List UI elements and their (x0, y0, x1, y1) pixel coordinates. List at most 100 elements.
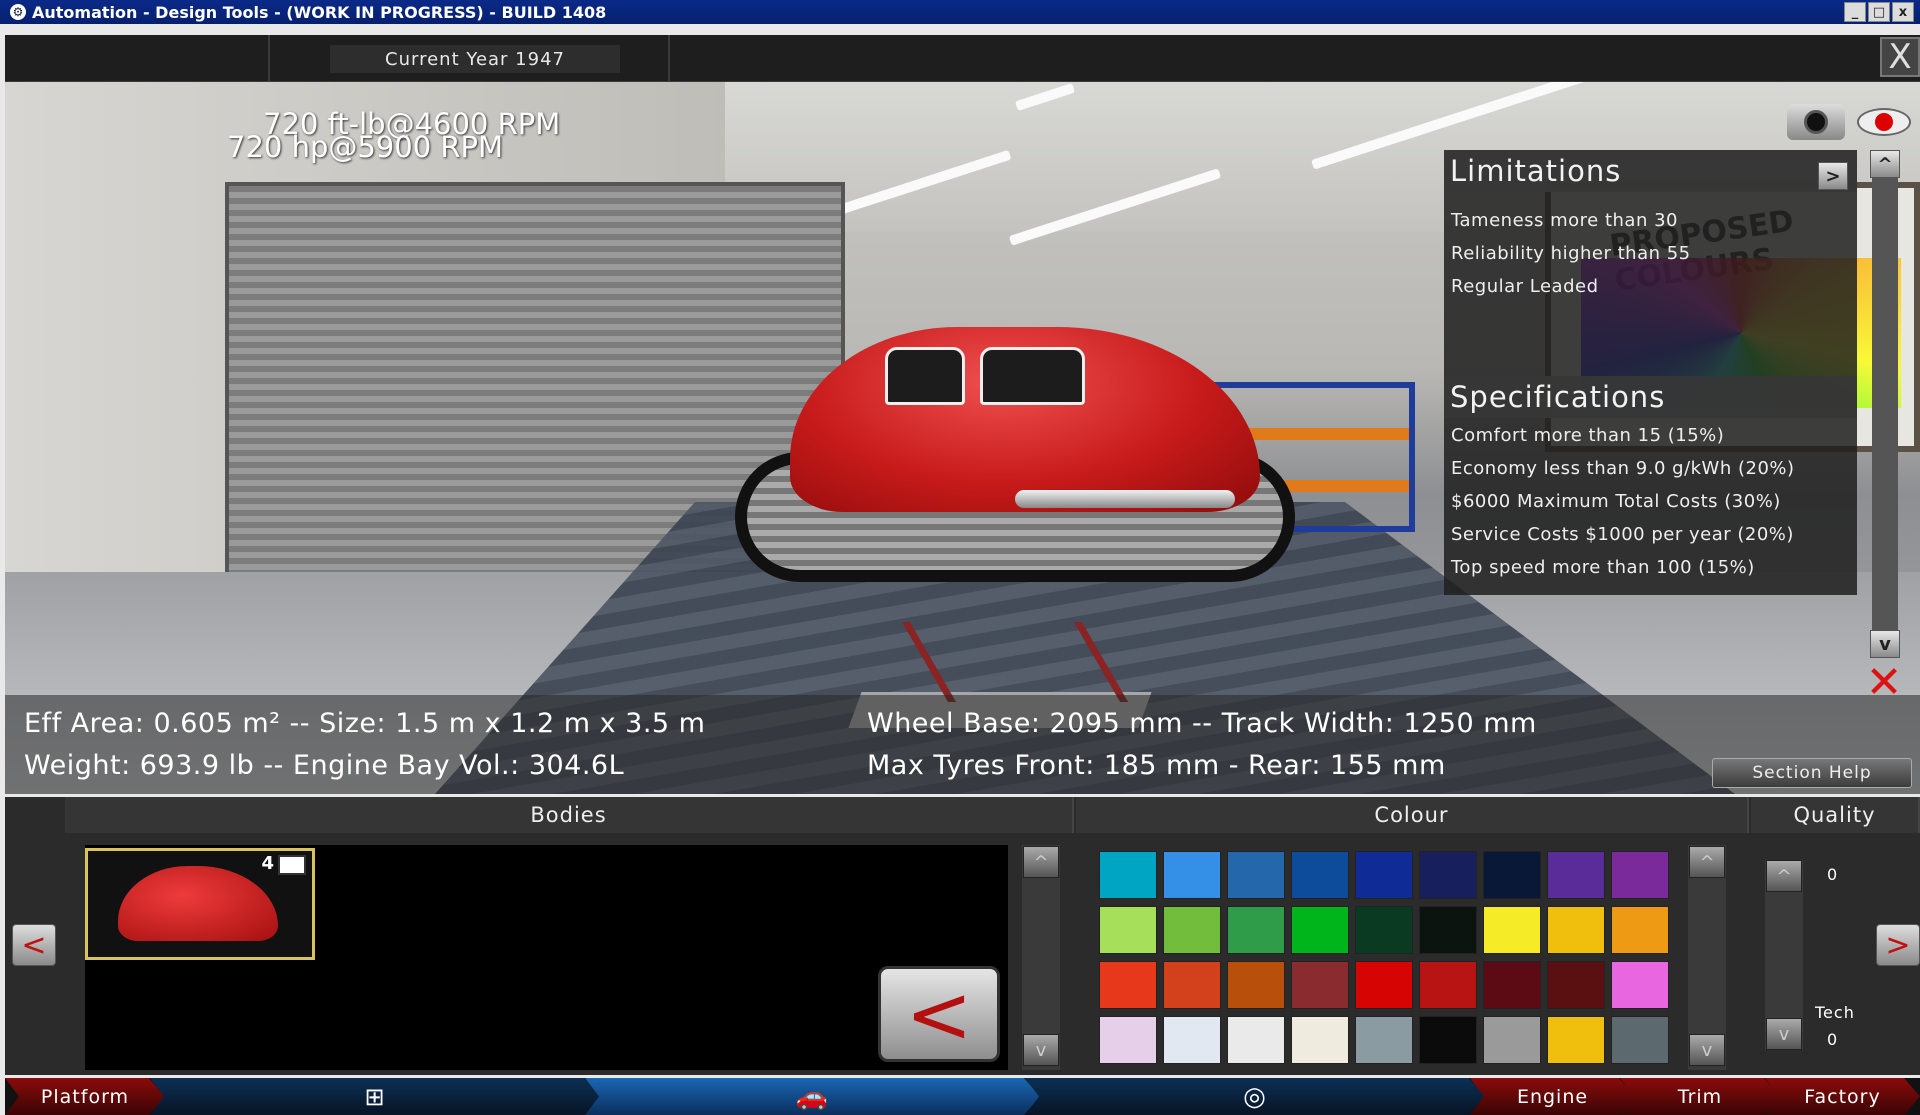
colour-swatch[interactable] (1099, 1016, 1157, 1064)
colour-swatch[interactable] (1099, 906, 1157, 954)
colour-swatch[interactable] (1547, 1016, 1605, 1064)
power-readout: 720 hp@5900 RPM (227, 130, 504, 164)
quality-value: 0 (1827, 865, 1838, 884)
colour-swatch[interactable] (1483, 1016, 1541, 1064)
eff-area-info: Eff Area: 0.605 m² -- Size: 1.5 m x 1.2 … (24, 708, 706, 739)
nav-body[interactable]: 🚗 (585, 1078, 1040, 1115)
colour-swatch[interactable] (1419, 961, 1477, 1009)
colour-scroll-up-button[interactable]: ^ (1689, 846, 1725, 878)
nav-factory[interactable]: Factory (1765, 1078, 1920, 1115)
top-divider (268, 35, 270, 82)
eye-pupil (1875, 113, 1893, 131)
current-year: Current Year 1947 (330, 45, 620, 73)
window-title-bar: ⚙ Automation - Design Tools - (WORK IN P… (0, 0, 1920, 24)
limitation-item: Reliability higher than 55 (1451, 243, 1691, 264)
car-model[interactable] (735, 242, 1295, 728)
bodies-scroll-up-button[interactable]: ^ (1023, 846, 1059, 878)
specification-item: Comfort more than 15 (15%) (1451, 425, 1725, 446)
quality-next-button[interactable]: > (1876, 924, 1920, 966)
quality-header: Quality (1751, 797, 1920, 833)
colour-swatch[interactable] (1227, 851, 1285, 899)
door-icon (278, 855, 306, 875)
colour-swatch[interactable] (1355, 961, 1413, 1009)
colour-swatch[interactable] (1547, 961, 1605, 1009)
colour-swatch[interactable] (1611, 961, 1669, 1009)
colour-swatch[interactable] (1483, 851, 1541, 899)
bodies-scroll-down-button[interactable]: v (1023, 1034, 1059, 1066)
car-bumper (1015, 490, 1235, 508)
colour-swatch[interactable] (1355, 851, 1413, 899)
car-window (885, 347, 965, 405)
specifications-title: Specifications (1444, 376, 1857, 418)
expand-panel-button[interactable]: > (1818, 162, 1848, 190)
limitation-item: Regular Leaded (1451, 276, 1599, 297)
colour-swatch[interactable] (1355, 1016, 1413, 1064)
colour-swatch[interactable] (1099, 961, 1157, 1009)
panel-scrollbar[interactable] (1872, 150, 1898, 640)
top-strip: Current Year 1947 X (5, 35, 1920, 82)
body-preview-car (118, 866, 278, 941)
car-body-icon: 🚗 (795, 1081, 830, 1112)
nav-trim[interactable]: Trim (1620, 1078, 1780, 1115)
colour-swatch[interactable] (1611, 1016, 1669, 1064)
maximize-button[interactable]: □ (1868, 2, 1890, 22)
weight-info: Weight: 693.9 lb -- Engine Bay Vol.: 304… (24, 750, 625, 781)
panel-scroll-down-button[interactable]: v (1870, 630, 1900, 658)
colour-swatch[interactable] (1483, 906, 1541, 954)
colour-swatch[interactable] (1163, 1016, 1221, 1064)
eye-ball (1857, 108, 1911, 136)
tech-label: Tech (1815, 1003, 1855, 1022)
body-thumbnail[interactable]: 4 (85, 848, 315, 960)
tech-value: 0 (1827, 1030, 1838, 1049)
colour-swatch[interactable] (1291, 906, 1349, 954)
colour-swatch[interactable] (1227, 961, 1285, 1009)
colour-swatch[interactable] (1163, 906, 1221, 954)
colour-swatch[interactable] (1099, 851, 1157, 899)
nav-suspension[interactable]: ◎ (1025, 1078, 1485, 1115)
colour-swatch[interactable] (1419, 1016, 1477, 1064)
section-help-button[interactable]: Section Help (1712, 758, 1912, 788)
colour-swatch[interactable] (1419, 851, 1477, 899)
minimize-button[interactable]: _ (1844, 2, 1866, 22)
quality-up-button[interactable]: ^ (1766, 860, 1802, 892)
close-designer-button[interactable]: X (1880, 37, 1920, 77)
window-title: Automation - Design Tools - (WORK IN PRO… (32, 2, 607, 22)
colour-swatch[interactable] (1547, 906, 1605, 954)
specification-item: Service Costs $1000 per year (20%) (1451, 524, 1794, 545)
nav-engine[interactable]: Engine (1470, 1078, 1635, 1115)
camera-icon[interactable] (1787, 104, 1845, 140)
colour-swatch[interactable] (1227, 906, 1285, 954)
quality-down-button[interactable]: v (1766, 1018, 1802, 1050)
limitations-title: Limitations (1444, 150, 1857, 192)
eye-icon[interactable] (1855, 104, 1913, 140)
colour-swatch[interactable] (1291, 961, 1349, 1009)
hide-wheels-icon[interactable]: ✕ (1858, 657, 1910, 708)
panel-scroll-up-button[interactable]: ^ (1870, 150, 1900, 178)
bodies-prev-button[interactable]: < (12, 924, 56, 966)
colour-swatch[interactable] (1163, 961, 1221, 1009)
colour-swatch[interactable] (1547, 851, 1605, 899)
colour-scroll-down-button[interactable]: v (1689, 1034, 1725, 1066)
colour-swatch[interactable] (1163, 851, 1221, 899)
car-window (980, 347, 1085, 405)
chassis-icon: ⊞ (364, 1082, 386, 1111)
nav-chassis[interactable]: ⊞ (150, 1078, 600, 1115)
colour-swatch[interactable] (1227, 1016, 1285, 1064)
nav-platform[interactable]: Platform (5, 1078, 165, 1115)
colour-swatch[interactable] (1419, 906, 1477, 954)
colour-header: Colour (1076, 797, 1749, 833)
door-count: 4 (261, 853, 274, 874)
colour-swatch[interactable] (1291, 1016, 1349, 1064)
colour-swatch[interactable] (1291, 851, 1349, 899)
colour-swatch[interactable] (1611, 906, 1669, 954)
window-controls: _ □ x (1844, 2, 1914, 22)
window-close-button[interactable]: x (1892, 2, 1914, 22)
colour-swatch[interactable] (1611, 851, 1669, 899)
requirements-panel: Limitations Tameness more than 30 Reliab… (1444, 150, 1857, 595)
body-back-button[interactable]: < (878, 966, 1000, 1062)
specification-item: Top speed more than 100 (15%) (1451, 557, 1755, 578)
wheel-icon: ◎ (1243, 1081, 1267, 1112)
top-divider (668, 35, 670, 82)
colour-swatch[interactable] (1483, 961, 1541, 1009)
colour-swatch[interactable] (1355, 906, 1413, 954)
